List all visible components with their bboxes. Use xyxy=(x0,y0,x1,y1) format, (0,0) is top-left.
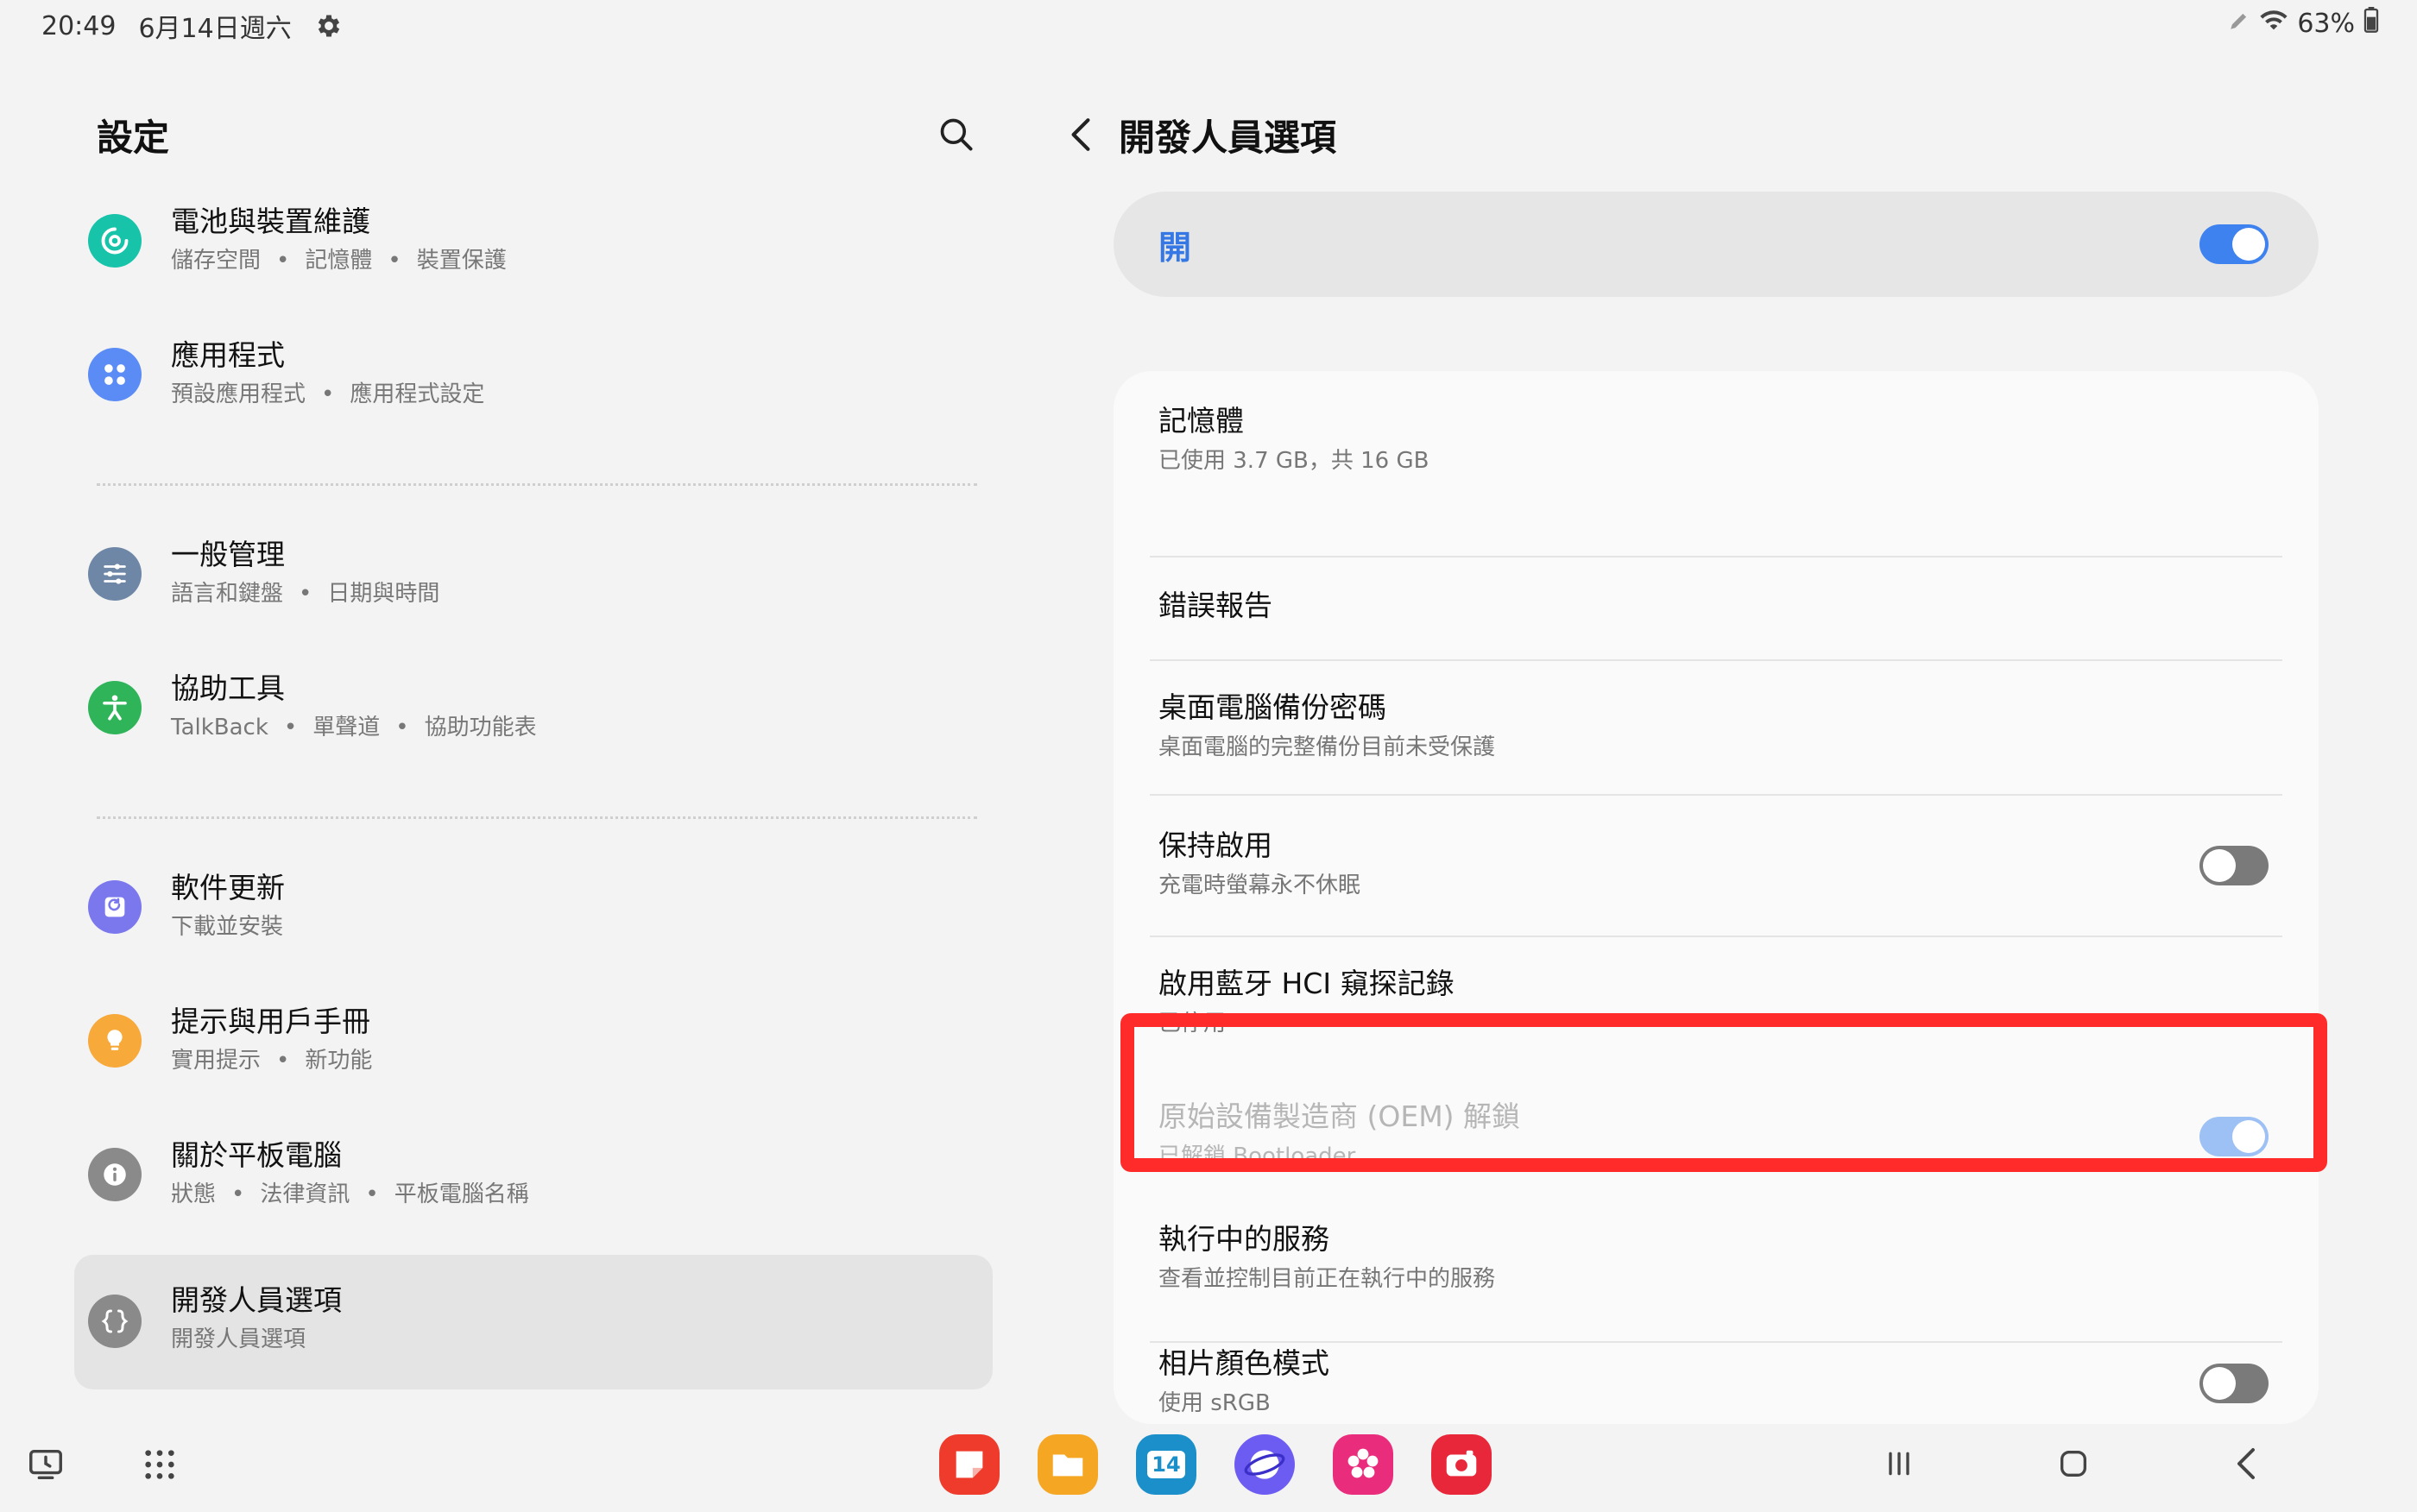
bulb-icon xyxy=(88,1014,142,1068)
option-title: 原始設備製造商 (OEM) 解鎖 xyxy=(1158,1099,1521,1133)
settings-item-title: 一般管理 xyxy=(171,538,285,571)
section-divider xyxy=(97,483,977,486)
home-button[interactable] xyxy=(2048,1438,2099,1490)
oem-unlock-toggle[interactable] xyxy=(2199,1117,2269,1156)
pen-icon xyxy=(2228,9,2250,39)
my-files-app-icon[interactable] xyxy=(1038,1434,1098,1495)
picture-color-mode-toggle[interactable] xyxy=(2199,1364,2269,1403)
settings-item-title: 軟件更新 xyxy=(171,871,285,904)
update-icon xyxy=(88,880,142,934)
chevron-left-icon xyxy=(1071,118,1090,151)
settings-item-general-management[interactable]: 一般管理 語言和鍵盤 • 日期與時間 xyxy=(74,514,993,644)
option-desktop-backup-password[interactable]: 桌面電腦備份密碼 桌面電腦的完整備份目前未受保護 xyxy=(1114,661,2319,794)
option-oem-unlock[interactable]: 原始設備製造商 (OEM) 解鎖 已解鎖 Bootloader xyxy=(1114,1065,2319,1201)
option-stay-awake[interactable]: 保持啟用 充電時螢幕永不休眠 xyxy=(1114,796,2319,936)
option-bluetooth-hci-snoop[interactable]: 啟用藍牙 HCI 窺探記錄 已停用 xyxy=(1114,937,2319,1065)
option-subtitle: 已使用 3.7 GB，共 16 GB xyxy=(1158,448,1429,474)
developer-options-list: 記憶體 已使用 3.7 GB，共 16 GB 錯誤報告 桌面電腦備份密碼 桌面電… xyxy=(1114,371,2319,1424)
settings-item-title: 協助工具 xyxy=(171,671,285,705)
settings-item-tips[interactable]: 提示與用戶手冊 實用提示 • 新功能 xyxy=(74,981,993,1111)
master-switch-toggle[interactable] xyxy=(2199,224,2269,264)
search-icon xyxy=(940,118,973,151)
device-care-icon xyxy=(88,214,142,268)
recent-apps-history-icon[interactable] xyxy=(24,1443,67,1486)
home-icon xyxy=(2060,1451,2086,1477)
gallery-app-icon[interactable] xyxy=(1333,1434,1393,1495)
nav-back-button[interactable] xyxy=(2220,1438,2272,1490)
camera-app-icon[interactable] xyxy=(1431,1434,1492,1495)
status-bar: 20:49 6月14日週六 63% xyxy=(0,0,2417,52)
status-time: 20:49 xyxy=(41,10,117,41)
sliders-icon xyxy=(88,547,142,601)
settings-item-subtitle: 實用提示 • 新功能 xyxy=(171,1048,373,1074)
section-divider xyxy=(97,816,977,819)
wifi-icon xyxy=(2259,7,2288,40)
gear-icon[interactable] xyxy=(314,11,344,41)
option-title: 保持啟用 xyxy=(1158,828,1272,862)
settings-item-title: 提示與用戶手冊 xyxy=(171,1005,370,1038)
option-memory[interactable]: 記憶體 已使用 3.7 GB，共 16 GB xyxy=(1114,371,2319,499)
settings-item-apps[interactable]: 應用程式 預設應用程式 • 應用程式設定 xyxy=(74,315,993,444)
option-title: 啟用藍牙 HCI 窺探記錄 xyxy=(1158,967,1455,1000)
status-date: 6月14日週六 xyxy=(138,14,292,44)
app-dock: 14 xyxy=(939,1434,1492,1495)
apps-icon xyxy=(88,348,142,401)
settings-item-subtitle: 下載並安裝 xyxy=(171,914,284,940)
calendar-app-icon[interactable]: 14 xyxy=(1136,1434,1196,1495)
settings-item-title: 應用程式 xyxy=(171,338,285,372)
settings-item-about-tablet[interactable]: 關於平板電腦 狀態 • 法律資訊 • 平板電腦名稱 xyxy=(74,1115,993,1244)
settings-item-subtitle: TalkBack • 單聲道 • 協助功能表 xyxy=(171,715,537,740)
developer-master-switch-card[interactable]: 開 xyxy=(1114,192,2319,297)
option-subtitle: 桌面電腦的完整備份目前未受保護 xyxy=(1158,734,1496,760)
battery-icon xyxy=(2363,7,2379,40)
option-bug-report[interactable]: 錯誤報告 xyxy=(1114,558,2319,659)
settings-item-subtitle: 開發人員選項 xyxy=(171,1326,306,1352)
battery-level: 63% xyxy=(2297,8,2355,39)
option-title: 桌面電腦備份密碼 xyxy=(1158,690,1386,724)
option-running-services[interactable]: 執行中的服務 查看並控制目前正在執行中的服務 xyxy=(1114,1201,2319,1310)
page-title: 設定 xyxy=(97,117,170,159)
recents-button[interactable] xyxy=(1873,1438,1925,1490)
option-subtitle: 查看並控制目前正在執行中的服務 xyxy=(1158,1266,1496,1292)
option-title: 記憶體 xyxy=(1158,404,1244,438)
option-title: 相片顏色模式 xyxy=(1158,1346,1329,1380)
settings-item-developer-options[interactable]: 開發人員選項 開發人員選項 xyxy=(74,1255,993,1389)
developer-braces-icon xyxy=(88,1295,142,1348)
page-title: 開發人員選項 xyxy=(1119,117,1337,159)
chevron-left-icon xyxy=(2237,1448,2255,1479)
notes-app-icon[interactable] xyxy=(939,1434,1000,1495)
option-title: 執行中的服務 xyxy=(1158,1222,1329,1256)
settings-item-software-update[interactable]: 軟件更新 下載並安裝 xyxy=(74,847,993,977)
option-title: 錯誤報告 xyxy=(1158,589,1272,622)
settings-item-title: 電池與裝置維護 xyxy=(171,205,370,238)
stay-awake-toggle[interactable] xyxy=(2199,846,2269,885)
navigation-bar: 14 xyxy=(0,1415,2417,1512)
internet-browser-app-icon[interactable] xyxy=(1234,1434,1295,1495)
settings-item-title: 開發人員選項 xyxy=(171,1283,342,1317)
option-subtitle: 已停用 xyxy=(1158,1011,1227,1036)
accessibility-icon xyxy=(88,681,142,734)
info-icon xyxy=(88,1148,142,1201)
option-subtitle: 已解鎖 Bootloader xyxy=(1158,1143,1356,1169)
settings-item-subtitle: 狀態 • 法律資訊 • 平板電腦名稱 xyxy=(171,1181,529,1207)
master-switch-label: 開 xyxy=(1158,229,1192,267)
developer-options-pane: 開發人員選項 開 記憶體 已使用 3.7 GB，共 16 GB 錯誤報告 桌面電… xyxy=(1019,52,2417,1424)
settings-item-subtitle: 預設應用程式 • 應用程式設定 xyxy=(171,381,485,407)
calendar-day: 14 xyxy=(1147,1451,1185,1478)
option-subtitle: 充電時螢幕永不休眠 xyxy=(1158,873,1361,898)
back-button[interactable] xyxy=(1057,109,1105,161)
settings-item-device-care[interactable]: 電池與裝置維護 儲存空間 • 記憶體 • 裝置保護 xyxy=(74,181,993,311)
settings-item-title: 關於平板電腦 xyxy=(171,1138,342,1172)
settings-list-pane: 設定 電池與裝置維護 儲存空間 • 記憶體 • 裝置保護 應用程式 預設應用程式 • 應用程… xyxy=(0,52,1019,1415)
option-picture-color-mode[interactable]: 相片顏色模式 使用 sRGB xyxy=(1114,1343,2319,1424)
settings-item-accessibility[interactable]: 協助工具 TalkBack • 單聲道 • 協助功能表 xyxy=(74,648,993,778)
settings-item-subtitle: 儲存空間 • 記憶體 • 裝置保護 xyxy=(171,248,507,274)
search-button[interactable] xyxy=(932,110,981,159)
recents-icon xyxy=(1889,1452,1909,1476)
app-drawer-icon[interactable] xyxy=(138,1443,181,1486)
settings-item-subtitle: 語言和鍵盤 • 日期與時間 xyxy=(171,581,440,607)
